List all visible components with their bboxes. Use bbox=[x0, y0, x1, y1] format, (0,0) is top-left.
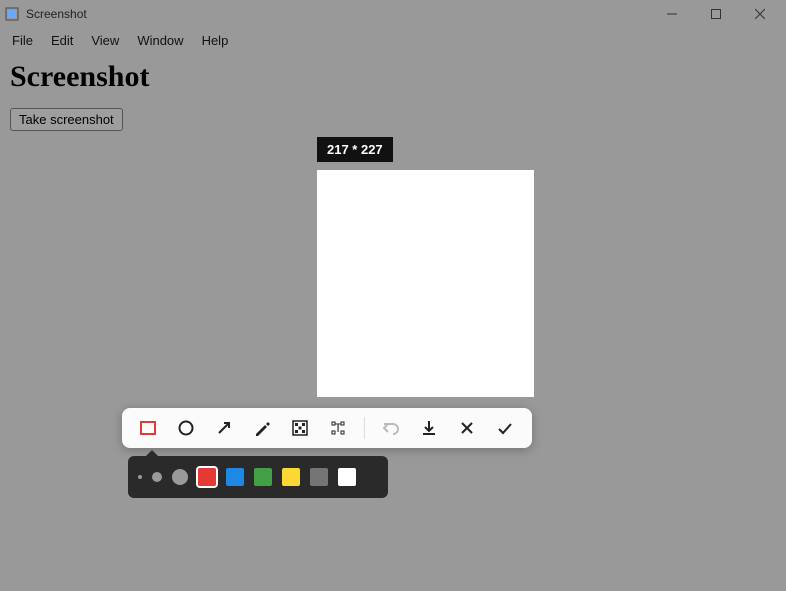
selection-size-label: 217 * 227 bbox=[317, 137, 393, 162]
tool-arrow[interactable] bbox=[208, 412, 240, 444]
selection-rectangle[interactable] bbox=[317, 170, 534, 397]
close-button[interactable] bbox=[738, 0, 782, 28]
tool-text[interactable]: T bbox=[322, 412, 354, 444]
action-undo[interactable] bbox=[375, 412, 407, 444]
tool-mosaic[interactable] bbox=[284, 412, 316, 444]
toolbar-separator bbox=[364, 417, 365, 439]
menu-window[interactable]: Window bbox=[129, 31, 191, 50]
maximize-button[interactable] bbox=[694, 0, 738, 28]
content-area: Screenshot Take screenshot bbox=[0, 52, 786, 139]
minimize-button[interactable] bbox=[650, 0, 694, 28]
window-title: Screenshot bbox=[26, 7, 87, 21]
color-swatch-green[interactable] bbox=[254, 468, 272, 486]
style-subtoolbar bbox=[128, 456, 388, 498]
page-title: Screenshot bbox=[10, 60, 776, 94]
action-save[interactable] bbox=[413, 412, 445, 444]
tool-rectangle[interactable] bbox=[132, 412, 164, 444]
stroke-size-small[interactable] bbox=[138, 475, 142, 479]
stroke-size-medium[interactable] bbox=[152, 472, 162, 482]
take-screenshot-button[interactable]: Take screenshot bbox=[10, 108, 123, 131]
menu-edit[interactable]: Edit bbox=[43, 31, 81, 50]
color-swatch-blue[interactable] bbox=[226, 468, 244, 486]
menu-view[interactable]: View bbox=[83, 31, 127, 50]
action-cancel[interactable] bbox=[451, 412, 483, 444]
stroke-size-large[interactable] bbox=[172, 469, 188, 485]
action-confirm[interactable] bbox=[489, 412, 521, 444]
tool-pencil[interactable] bbox=[246, 412, 278, 444]
color-swatch-red[interactable] bbox=[198, 468, 216, 486]
tool-circle[interactable] bbox=[170, 412, 202, 444]
annotation-toolbar: T bbox=[122, 408, 532, 448]
menubar: File Edit View Window Help bbox=[0, 28, 786, 52]
menu-file[interactable]: File bbox=[4, 31, 41, 50]
app-icon bbox=[4, 6, 20, 22]
window-titlebar: Screenshot bbox=[0, 0, 786, 28]
color-swatch-gray[interactable] bbox=[310, 468, 328, 486]
color-swatch-yellow[interactable] bbox=[282, 468, 300, 486]
menu-help[interactable]: Help bbox=[194, 31, 237, 50]
color-swatch-white[interactable] bbox=[338, 468, 356, 486]
